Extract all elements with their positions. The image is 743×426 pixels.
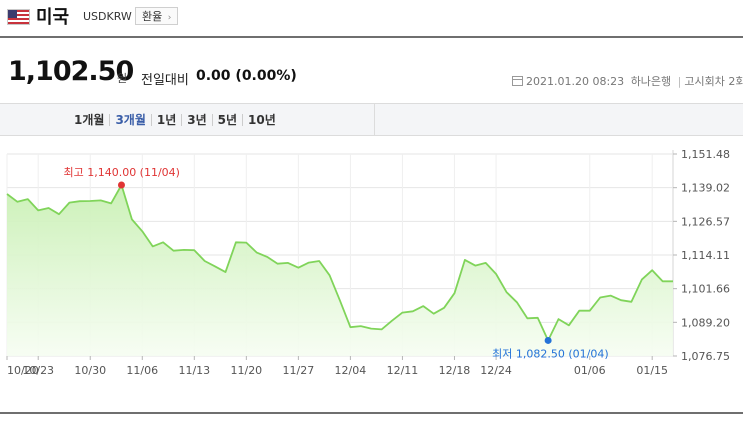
header-divider [0, 36, 743, 38]
x-tick-label: 10/30 [74, 364, 106, 377]
x-tick-label: 12/24 [480, 364, 512, 377]
exchange-rate-chart: 1,151.48 1,139.02 1,126.57 1,114.11 1,101.66… [6, 148, 730, 377]
tab-bar-divider [374, 104, 375, 135]
x-tick-label: 11/06 [126, 364, 158, 377]
quote-round: 고시회차 2회 [684, 75, 743, 88]
period-tab-bar: 1개월 3개월 1년 3년 5년 10년 [0, 103, 743, 136]
x-tick-label: 11/13 [178, 364, 210, 377]
x-tick-label: 01/06 [574, 364, 606, 377]
tab-5-years[interactable]: 5년 [211, 114, 242, 126]
tab-1-month[interactable]: 1개월 [69, 114, 109, 126]
exchange-button-label: 환율 [142, 10, 163, 23]
y-tick-label: 1,151.48 [681, 148, 730, 161]
x-tick-label: 12/04 [335, 364, 367, 377]
low-point-marker [544, 336, 552, 344]
price-unit: 원 [117, 72, 128, 85]
exchange-button[interactable]: 환율 › [135, 7, 179, 25]
currency-code: USDKRW [83, 10, 132, 23]
tab-10-years[interactable]: 10년 [242, 114, 281, 126]
series-area [7, 185, 673, 356]
meta-separator: | [677, 75, 682, 88]
x-tick-label: 11/20 [230, 364, 262, 377]
y-tick-label: 1,076.75 [681, 350, 730, 363]
calendar-icon [512, 76, 523, 86]
high-point-label: 최고 1,140.00 (11/04) [63, 166, 180, 179]
low-point-label: 최저 1,082.50 (01/04) [492, 347, 609, 360]
x-tick-label: 12/18 [439, 364, 471, 377]
quote-timestamp: 2021.01.20 08:23 [526, 75, 625, 88]
compare-label: 전일대비 [141, 73, 189, 88]
quote-meta: 2021.01.20 08:23 하나은행 | 고시회차 2회 [512, 73, 743, 89]
high-point-marker [117, 181, 125, 189]
y-tick-label: 1,089.20 [681, 316, 730, 329]
tab-1-year[interactable]: 1년 [150, 114, 181, 126]
y-tick-label: 1,126.57 [681, 215, 730, 228]
y-tick-label: 1,139.02 [681, 182, 730, 195]
y-tick-label: 1,101.66 [681, 283, 730, 296]
country-name: 미국 [36, 7, 70, 28]
period-tabs: 1개월 3개월 1년 3년 5년 10년 [69, 113, 281, 127]
footer-divider [0, 412, 743, 414]
us-flag-icon [7, 9, 30, 25]
tab-3-months[interactable]: 3개월 [109, 114, 150, 126]
compare-value: 0.00 (0.00%) [196, 68, 297, 84]
current-price: 1,102.50 [8, 56, 134, 87]
chevron-right-icon: › [167, 13, 172, 23]
x-tick-label: 10/23 [22, 364, 54, 377]
tab-3-years[interactable]: 3년 [181, 114, 211, 126]
x-tick-label: 01/15 [636, 364, 668, 377]
page-header: 미국 USDKRW 환율 › [0, 0, 743, 36]
x-tick-label: 12/11 [387, 364, 419, 377]
y-tick-label: 1,114.11 [681, 249, 730, 262]
x-tick-label: 11/27 [283, 364, 315, 377]
quote-bank: 하나은행 [630, 75, 672, 88]
